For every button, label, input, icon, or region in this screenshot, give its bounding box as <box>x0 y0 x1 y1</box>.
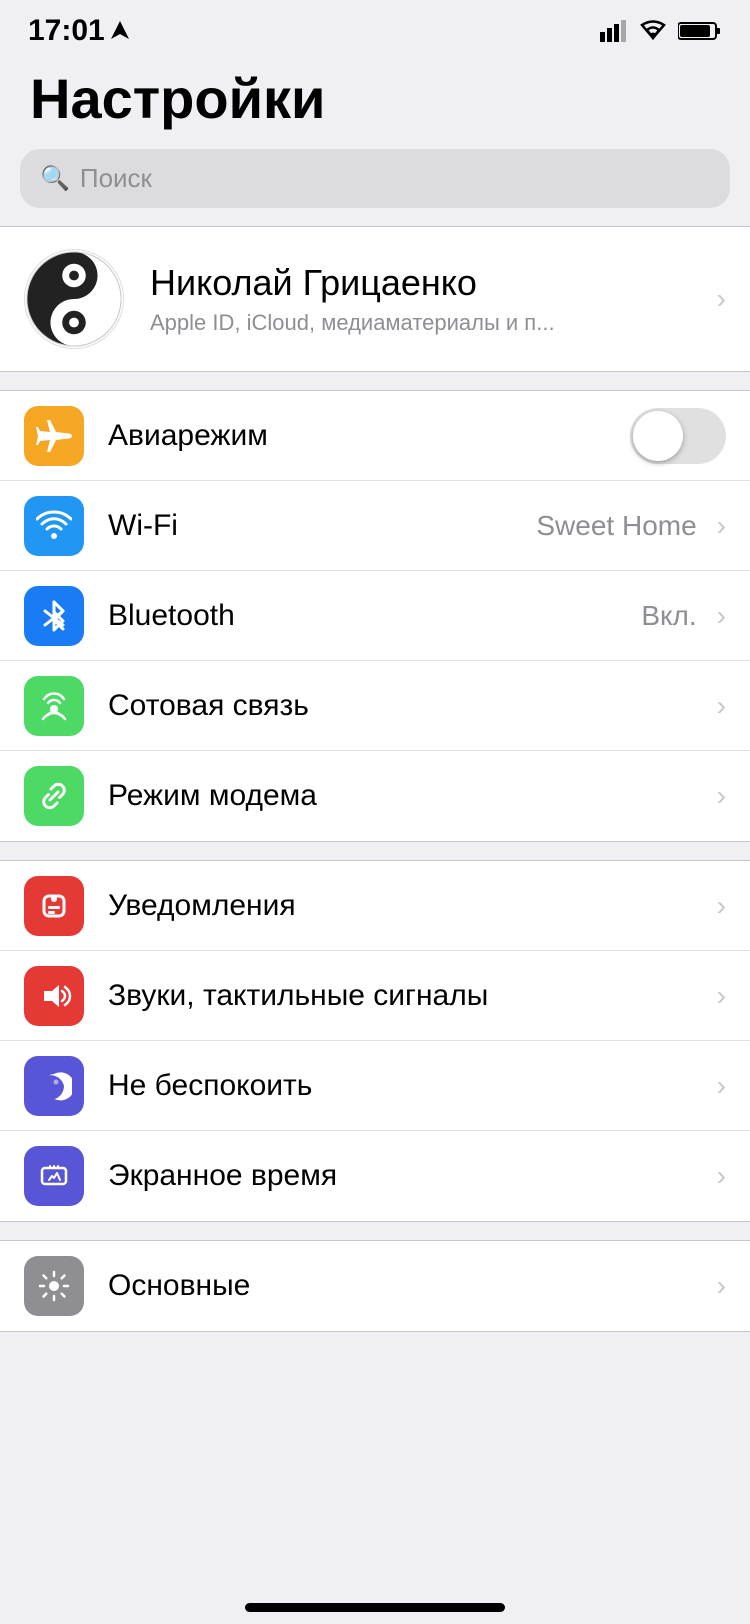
cellular-chevron: › <box>717 690 726 722</box>
profile-subtitle: Apple ID, iCloud, медиаматериалы и п... <box>150 310 707 336</box>
general-chevron: › <box>717 1270 726 1302</box>
wifi-row[interactable]: Wi-Fi Sweet Home › <box>0 481 750 571</box>
general-section: Основные › <box>0 1240 750 1332</box>
home-bar <box>245 1603 505 1612</box>
wifi-status-icon <box>638 20 668 42</box>
donotdisturb-label: Не беспокоить <box>108 1069 707 1103</box>
cellular-label: Сотовая связь <box>108 689 707 723</box>
yin-yang-icon <box>25 249 123 349</box>
screentime-chevron: › <box>717 1160 726 1192</box>
cellular-icon-wrap <box>24 676 84 736</box>
airplane-icon <box>36 418 72 454</box>
screentime-label: Экранное время <box>108 1159 707 1193</box>
profile-info: Николай Грицаенко Apple ID, iCloud, меди… <box>150 262 707 336</box>
hotspot-row[interactable]: Режим модема › <box>0 751 750 841</box>
time-label: 17:01 <box>28 14 105 48</box>
donotdisturb-chevron: › <box>717 1070 726 1102</box>
general-label: Основные <box>108 1269 707 1303</box>
search-icon: 🔍 <box>40 164 70 193</box>
profile-section: Николай Грицаенко Apple ID, iCloud, меди… <box>0 226 750 372</box>
cellular-row[interactable]: Сотовая связь › <box>0 661 750 751</box>
screentime-icon-wrap <box>24 1146 84 1206</box>
donotdisturb-icon-wrap <box>24 1056 84 1116</box>
search-bar-container: 🔍 Поиск <box>0 149 750 226</box>
wifi-chevron: › <box>717 510 726 542</box>
airplane-label: Авиарежим <box>108 419 630 453</box>
hotspot-icon-wrap <box>24 766 84 826</box>
profile-name: Николай Грицаенко <box>150 262 707 304</box>
airplane-toggle[interactable] <box>630 408 726 464</box>
bluetooth-chevron: › <box>717 600 726 632</box>
bluetooth-value: Вкл. <box>641 600 696 632</box>
location-icon <box>111 21 129 43</box>
search-placeholder: Поиск <box>80 163 152 194</box>
sounds-icon <box>36 978 72 1014</box>
notifications-icon <box>36 888 72 924</box>
wifi-label: Wi-Fi <box>108 509 536 543</box>
donotdisturb-icon <box>36 1068 72 1104</box>
bluetooth-label: Bluetooth <box>108 599 641 633</box>
notifications-section: Уведомления › Звуки, тактильные сигналы … <box>0 860 750 1222</box>
notifications-icon-wrap <box>24 876 84 936</box>
wifi-icon-wrap <box>24 496 84 556</box>
hotspot-icon <box>36 778 72 814</box>
wifi-value: Sweet Home <box>536 510 696 542</box>
sounds-chevron: › <box>717 980 726 1012</box>
status-bar: 17:01 <box>0 0 750 56</box>
airplane-icon-wrap <box>24 406 84 466</box>
page-title: Настройки <box>0 56 750 149</box>
avatar <box>24 249 124 349</box>
screentime-row[interactable]: Экранное время › <box>0 1131 750 1221</box>
profile-row[interactable]: Николай Грицаенко Apple ID, iCloud, меди… <box>0 227 750 371</box>
bluetooth-row[interactable]: Bluetooth Вкл. › <box>0 571 750 661</box>
notifications-row[interactable]: Уведомления › <box>0 861 750 951</box>
battery-icon <box>678 20 722 42</box>
sounds-label: Звуки, тактильные сигналы <box>108 979 707 1013</box>
cellular-icon <box>36 688 72 724</box>
hotspot-chevron: › <box>717 780 726 812</box>
wifi-icon <box>36 508 72 544</box>
profile-chevron: › <box>717 283 726 315</box>
toggle-thumb <box>633 411 683 461</box>
signal-icon <box>600 20 628 42</box>
status-icons <box>600 20 722 42</box>
general-row[interactable]: Основные › <box>0 1241 750 1331</box>
status-time: 17:01 <box>28 14 129 48</box>
bluetooth-icon <box>36 598 72 634</box>
connectivity-section: Авиарежим Wi-Fi Sweet Home › <box>0 390 750 842</box>
general-icon-wrap <box>24 1256 84 1316</box>
notifications-chevron: › <box>717 890 726 922</box>
notifications-label: Уведомления <box>108 889 707 923</box>
airplane-row[interactable]: Авиарежим <box>0 391 750 481</box>
hotspot-label: Режим модема <box>108 779 707 813</box>
general-settings-icon <box>36 1268 72 1304</box>
screentime-icon <box>36 1158 72 1194</box>
bluetooth-icon-wrap <box>24 586 84 646</box>
sounds-row[interactable]: Звуки, тактильные сигналы › <box>0 951 750 1041</box>
sounds-icon-wrap <box>24 966 84 1026</box>
donotdisturb-row[interactable]: Не беспокоить › <box>0 1041 750 1131</box>
search-bar[interactable]: 🔍 Поиск <box>20 149 730 208</box>
